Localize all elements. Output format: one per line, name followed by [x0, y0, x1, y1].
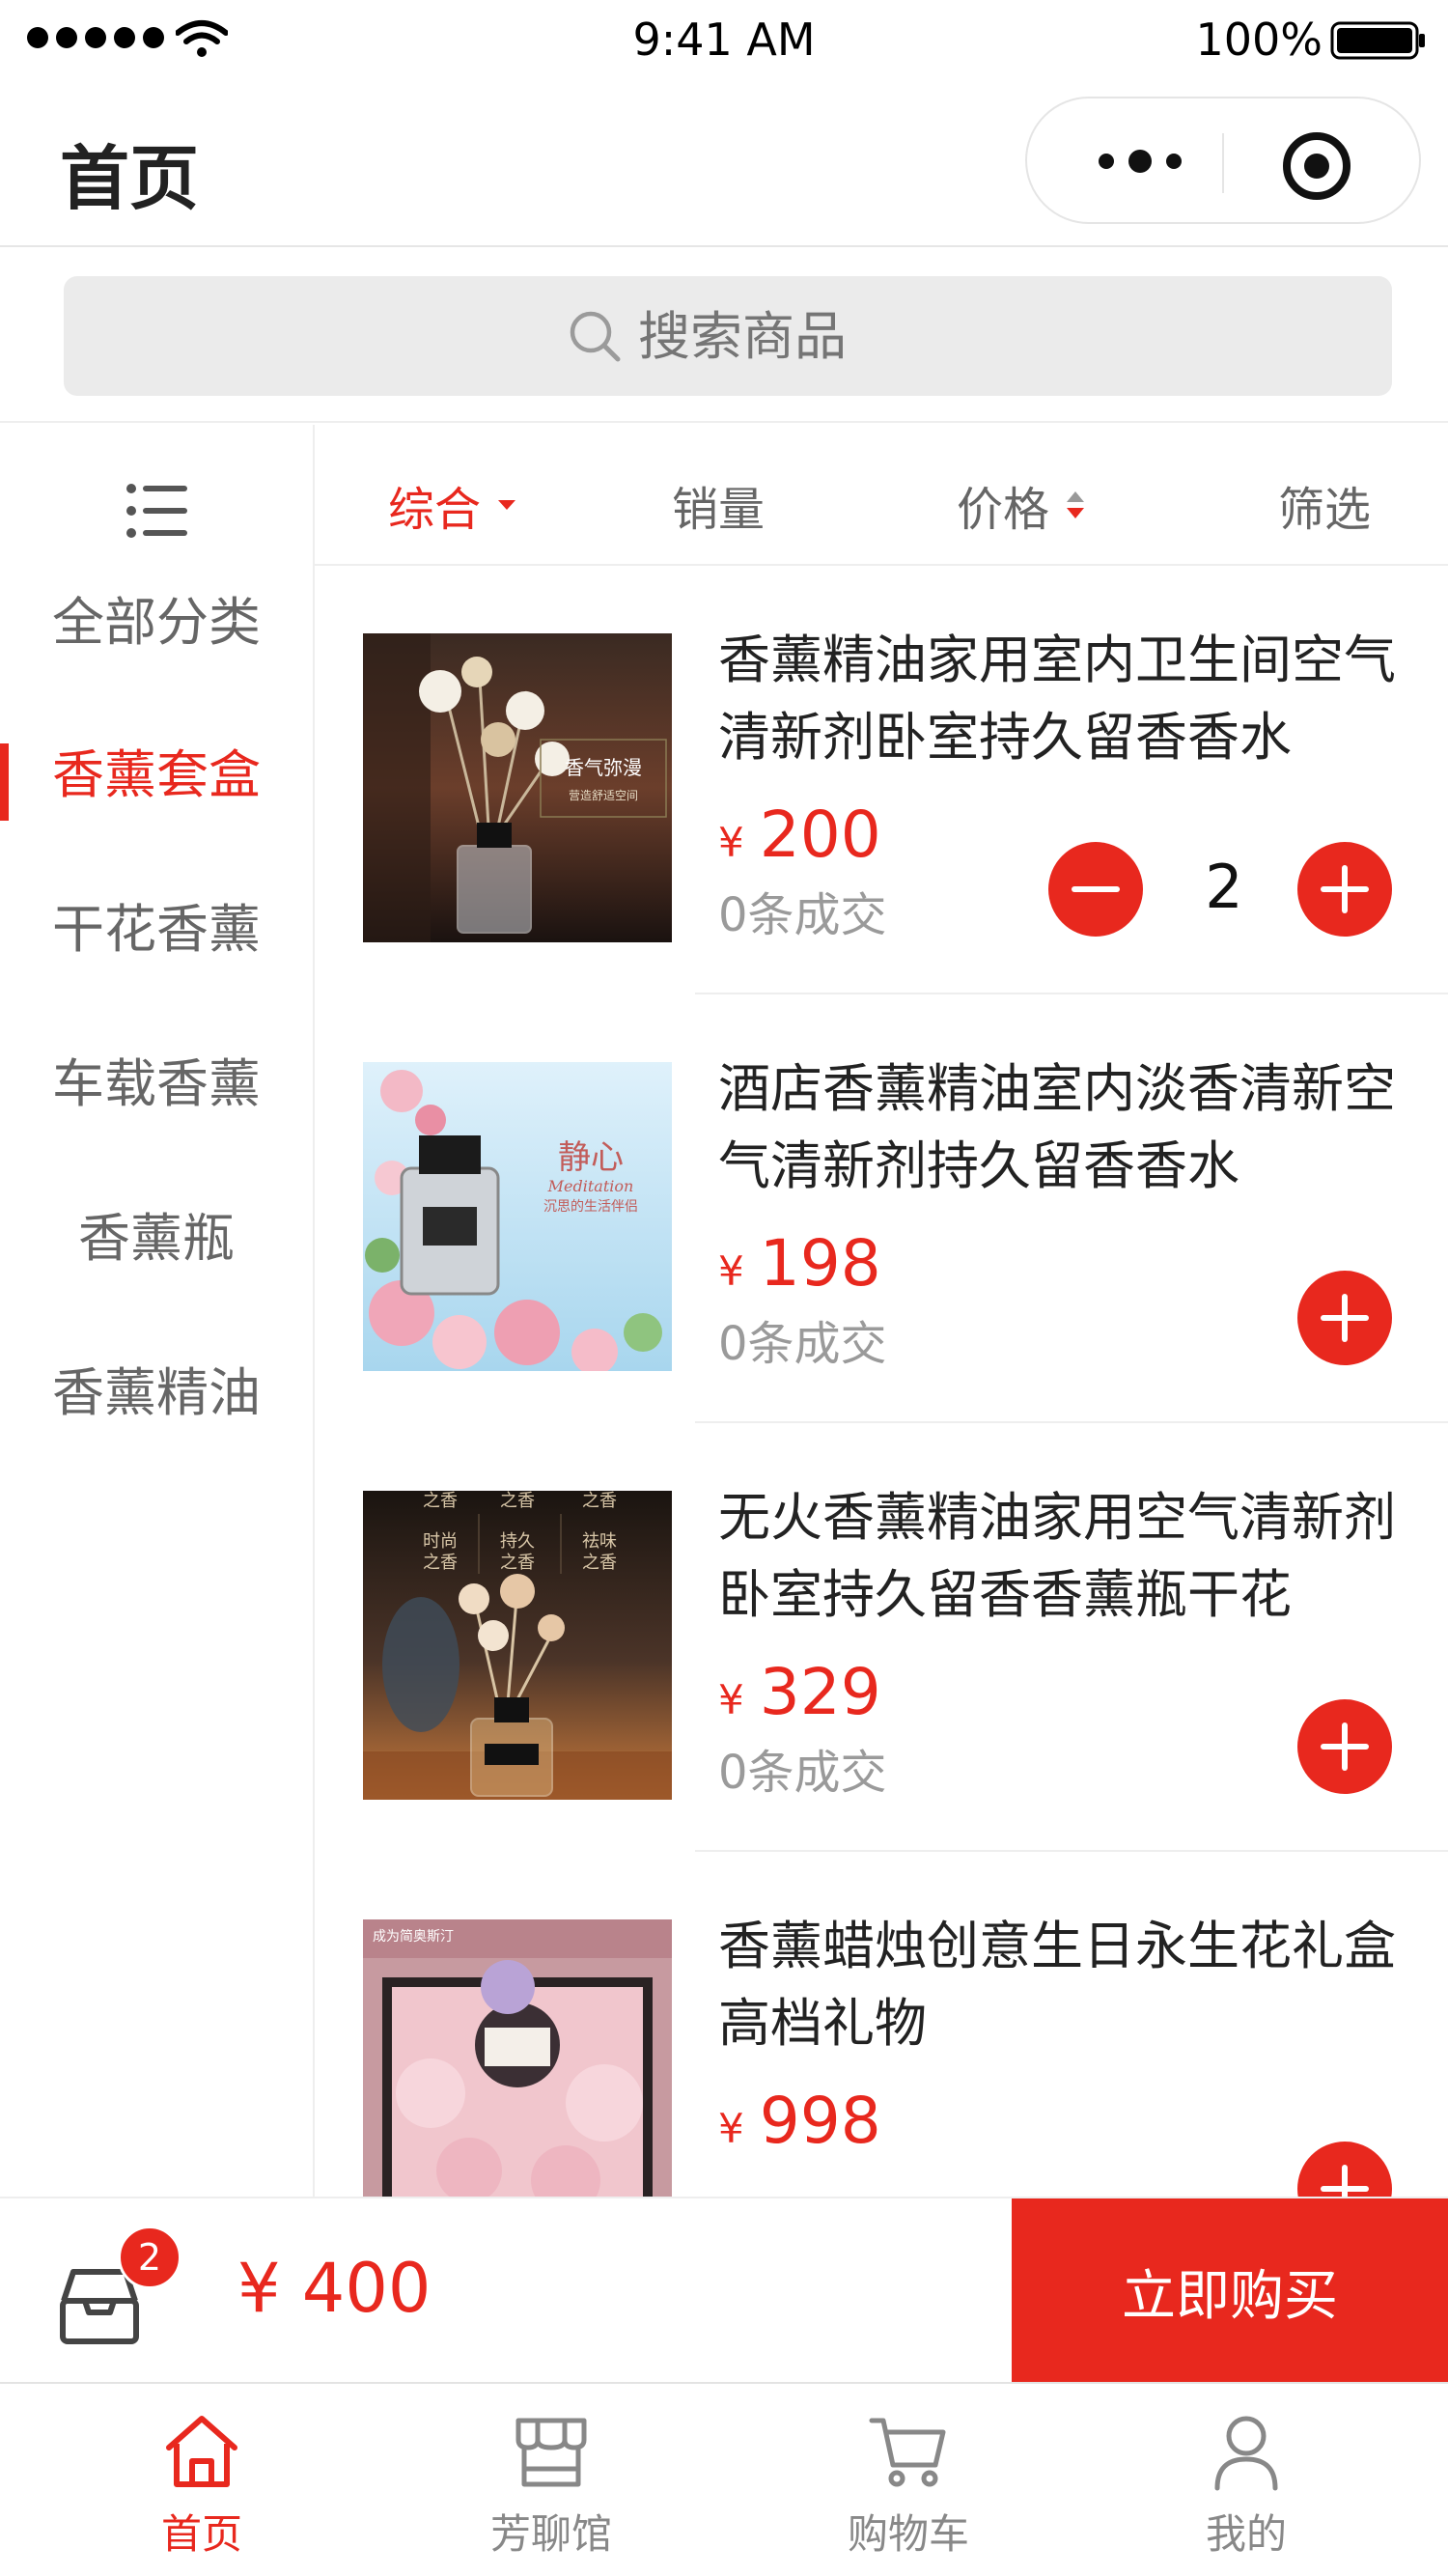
- tab-profile[interactable]: 我的: [1126, 2384, 1367, 2576]
- store-icon: [515, 2418, 587, 2487]
- tab-profile-label: 我的: [1205, 2510, 1287, 2558]
- sort-sales[interactable]: 销量: [672, 471, 765, 539]
- currency-symbol: ¥: [718, 1676, 744, 1723]
- currency-symbol: ¥: [718, 1247, 744, 1295]
- close-miniprogram-icon[interactable]: [1280, 129, 1353, 203]
- category-aroma-bottle[interactable]: 香薰瓶: [0, 1195, 313, 1272]
- image-subline: Meditation: [547, 1177, 634, 1195]
- image-subline: 营造舒适空间: [569, 789, 638, 802]
- page-title: 首页: [60, 138, 200, 219]
- tab-cart[interactable]: 购物车: [788, 2384, 1029, 2576]
- search-icon: [570, 311, 621, 362]
- image-text: 之香: [423, 1553, 458, 1573]
- search-bar[interactable]: [64, 276, 1392, 396]
- price-value: 198: [759, 1226, 881, 1301]
- user-icon: [1214, 2416, 1278, 2491]
- list-icon: [126, 484, 187, 538]
- sort-composite-label: 综合: [388, 483, 482, 537]
- image-caption: 成为简奥斯汀: [373, 1928, 454, 1945]
- cart-bar: 2 ¥ 400 立即购买: [0, 2197, 1448, 2384]
- image-text: 之香: [500, 1491, 535, 1511]
- caret-down-icon: [498, 500, 516, 510]
- home-icon: [166, 2416, 237, 2487]
- sold-count: 0条成交: [718, 1746, 887, 1800]
- tab-home[interactable]: 首页: [81, 2384, 322, 2576]
- currency-symbol: ¥: [718, 819, 744, 866]
- sort-filter[interactable]: 筛选: [1278, 471, 1371, 539]
- sort-price[interactable]: 价格: [957, 471, 1086, 539]
- image-text: 之香: [500, 1553, 535, 1573]
- product-item[interactable]: 静心 Meditation 沉思的生活伴侣 酒店香薰精油室内淡香清新空气清新剂持…: [315, 994, 1448, 1423]
- image-text: 时尚: [423, 1531, 458, 1552]
- tab-home-label: 首页: [160, 2510, 242, 2558]
- product-price: ¥ 998: [718, 2084, 881, 2158]
- image-headline: 静心: [558, 1138, 624, 1177]
- nav-bar: 首页: [0, 83, 1448, 247]
- image-headline: 香气弥漫: [565, 756, 642, 779]
- app-screen: 9:41 AM 100% 首页 搜索商品 全部分类 香薰套盒 干花香薰 车载香薰…: [0, 0, 1448, 2576]
- sort-arrows-icon: [1067, 491, 1085, 518]
- quantity-value: 2: [1205, 852, 1243, 922]
- product-price: ¥ 200: [718, 798, 881, 872]
- search-area: [0, 247, 1448, 423]
- product-name[interactable]: 香薰精油家用室内卫生间空气清新剂卧室持久留香香水: [718, 622, 1423, 776]
- sort-composite[interactable]: 综合: [388, 471, 517, 539]
- sort-sales-label: 销量: [672, 483, 766, 537]
- product-name[interactable]: 香薰蜡烛创意生日永生花礼盒高档礼物: [718, 1908, 1423, 2062]
- buy-now-button[interactable]: 立即购买: [1012, 2198, 1448, 2384]
- product-price: ¥ 329: [718, 1655, 881, 1729]
- currency-symbol: ¥: [718, 2105, 744, 2152]
- sold-count: 0条成交: [718, 888, 887, 942]
- cart-icon: [869, 2418, 946, 2487]
- image-caption: 沉思的生活伴侣: [543, 1199, 638, 1215]
- product-item[interactable]: 香气弥漫 营造舒适空间 香薰精油家用室内卫生间空气清新剂卧室持久留香香水 ¥ 2…: [315, 566, 1448, 994]
- product-item[interactable]: 之香 之香 之香 时尚 持久 祛味 之香 之香 之香 无火香薰精油家用空气清新剂…: [315, 1423, 1448, 1852]
- image-text: 持久: [500, 1531, 535, 1552]
- product-image[interactable]: 香气弥漫 营造舒适空间: [363, 633, 672, 942]
- cart-count-badge: 2: [118, 2226, 181, 2289]
- product-image[interactable]: 静心 Meditation 沉思的生活伴侣: [363, 1062, 672, 1371]
- tab-store-label: 芳聊馆: [489, 2510, 612, 2558]
- product-image[interactable]: 之香 之香 之香 时尚 持久 祛味 之香 之香 之香: [363, 1491, 672, 1800]
- tab-cart-label: 购物车: [847, 2510, 969, 2558]
- menu-capsule: [1025, 97, 1421, 224]
- sold-count: 0条成交: [718, 1317, 887, 1371]
- category-aroma-box[interactable]: 香薰套盒: [0, 732, 313, 808]
- plus-button[interactable]: [1297, 842, 1392, 937]
- category-all[interactable]: 全部分类: [0, 579, 313, 656]
- battery-percent: 100%: [1195, 14, 1323, 66]
- image-text: 祛味: [582, 1531, 617, 1552]
- sort-bar: 综合 销量 价格 筛选: [315, 425, 1448, 566]
- product-name[interactable]: 酒店香薰精油室内淡香清新空气清新剂持久留香香水: [718, 1050, 1423, 1205]
- product-name[interactable]: 无火香薰精油家用空气清新剂卧室持久留香香薰瓶干花: [718, 1479, 1423, 1634]
- battery-icon: [1330, 21, 1425, 60]
- more-icon[interactable]: [1087, 147, 1193, 176]
- category-car-aroma[interactable]: 车载香薰: [0, 1041, 313, 1117]
- sort-price-label: 价格: [957, 483, 1050, 537]
- tab-bar: 首页 芳聊馆 购物车 我的: [0, 2382, 1448, 2576]
- image-text: 之香: [423, 1491, 458, 1511]
- category-sidebar: 全部分类 香薰套盒 干花香薰 车载香薰 香薰瓶 香薰精油: [0, 425, 315, 2197]
- sort-filter-label: 筛选: [1278, 483, 1372, 537]
- price-value: 329: [759, 1655, 881, 1729]
- product-image[interactable]: 成为简奥斯汀: [363, 1919, 672, 2228]
- image-text: 之香: [582, 1553, 617, 1573]
- price-value: 200: [759, 798, 881, 872]
- category-dried-flower[interactable]: 干花香薰: [0, 886, 313, 963]
- tab-store[interactable]: 芳聊馆: [431, 2384, 672, 2576]
- price-value: 998: [759, 2084, 881, 2158]
- plus-button[interactable]: [1297, 1271, 1392, 1365]
- plus-button[interactable]: [1297, 1699, 1392, 1794]
- search-input[interactable]: [638, 305, 889, 367]
- image-text: 之香: [582, 1491, 617, 1511]
- category-essential-oil[interactable]: 香薰精油: [0, 1350, 313, 1426]
- capsule-divider: [1222, 133, 1224, 193]
- product-price: ¥ 198: [718, 1226, 881, 1301]
- cart-total: ¥ 400: [237, 2249, 432, 2328]
- minus-button[interactable]: [1048, 842, 1143, 937]
- status-bar: 9:41 AM 100%: [0, 0, 1448, 83]
